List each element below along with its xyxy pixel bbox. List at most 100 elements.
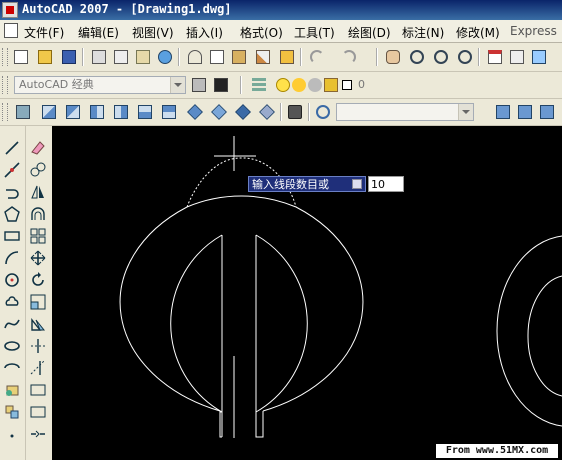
menu-tools[interactable]: 工具(T) [294,24,335,41]
my-workspace-button[interactable] [212,76,230,94]
chevron-down-icon[interactable] [458,104,473,120]
array-tool[interactable] [28,226,48,246]
pan-realtime-button[interactable] [384,48,402,66]
ellipse-tool[interactable] [2,336,22,356]
layer-color-swatch[interactable] [338,76,356,94]
tile-windows-icon [518,105,532,119]
outer-outline [186,195,297,208]
rectangle-tool[interactable] [2,226,22,246]
copy-object-tool[interactable] [28,160,48,180]
trim-tool[interactable] [28,336,48,356]
view-right-button[interactable] [112,103,130,121]
ellipse-arc-tool[interactable] [2,358,22,378]
offset-tool[interactable] [28,204,48,224]
prompt-options-arrow-icon[interactable] [352,179,362,189]
menu-edit[interactable]: 编辑(E) [78,24,119,41]
menu-file[interactable]: 文件(F) [24,24,64,41]
named-views-button[interactable] [314,103,332,121]
segment-count-input[interactable]: 10 [368,176,404,192]
menu-dimension[interactable]: 标注(N) [402,24,444,41]
zoom-window-button[interactable] [432,48,450,66]
construction-line-tool[interactable] [2,160,22,180]
print-button[interactable] [90,48,108,66]
break-tool[interactable] [28,380,48,400]
menu-view[interactable]: 视图(V) [132,24,174,41]
cut-button[interactable] [186,48,204,66]
menu-modify[interactable]: 修改(M) [456,24,500,41]
redo-button[interactable] [340,48,358,66]
layer-properties-button[interactable] [250,76,268,94]
polyline-tool[interactable] [2,182,22,202]
arrange-button-2[interactable] [516,103,534,121]
make-block-icon [5,405,19,419]
menu-draw[interactable]: 绘图(D) [348,24,391,41]
viewports-button[interactable] [14,103,32,121]
properties-button[interactable] [486,48,504,66]
document-icon[interactable] [4,23,18,38]
inner-right-d [255,234,308,413]
move-tool[interactable] [28,248,48,268]
open-button[interactable] [36,48,54,66]
inner-left-d [170,234,223,413]
undo-button[interactable] [308,48,326,66]
view-nw-iso-button[interactable] [258,103,276,121]
line-tool[interactable] [2,138,22,158]
second-object-outer [496,235,562,427]
autocad-app-icon[interactable] [2,2,18,18]
arc-tool[interactable] [2,248,22,268]
plot-preview-button[interactable] [112,48,130,66]
sun-icon [292,78,306,92]
view-se-iso-button[interactable] [210,103,228,121]
copy-button[interactable] [208,48,226,66]
spline-tool[interactable] [2,314,22,334]
3d-dwf-button[interactable] [156,48,174,66]
menu-insert[interactable]: 插入(I) [186,24,223,41]
view-ne-iso-button[interactable] [234,103,252,121]
point-tool[interactable] [2,424,22,444]
save-button[interactable] [60,48,78,66]
view-left-button[interactable] [88,103,106,121]
workspace-settings-button[interactable] [190,76,208,94]
toolbar-grip[interactable] [2,103,8,121]
insert-block-tool[interactable] [2,380,22,400]
tool-palettes-button[interactable] [530,48,548,66]
view-front-button[interactable] [136,103,154,121]
arrange-button-3[interactable] [538,103,556,121]
publish-icon [136,50,150,64]
camera-button[interactable] [286,103,304,121]
view-back-button[interactable] [160,103,178,121]
design-center-button[interactable] [508,48,526,66]
arrange-button-1[interactable] [494,103,512,121]
revision-cloud-tool[interactable] [2,292,22,312]
polygon-tool[interactable] [2,204,22,224]
paste-button[interactable] [230,48,248,66]
block-editor-button[interactable] [278,48,296,66]
view-bottom-button[interactable] [64,103,82,121]
make-block-tool[interactable] [2,402,22,422]
extend-tool[interactable] [28,358,48,378]
toolbar-grip[interactable] [2,76,8,94]
named-view-dropdown[interactable] [336,103,474,121]
erase-tool[interactable] [28,138,48,158]
view-sw-iso-button[interactable] [186,103,204,121]
zoom-previous-button[interactable] [456,48,474,66]
menu-format[interactable]: 格式(O) [240,24,283,41]
color-swatch-icon [342,80,352,90]
new-button[interactable] [12,48,30,66]
menu-express[interactable]: Express [510,24,557,38]
chamfer-tool[interactable] [28,402,48,422]
publish-button[interactable] [134,48,152,66]
workspace-dropdown[interactable]: AutoCAD 经典 [14,76,186,94]
mirror-tool[interactable] [28,182,48,202]
join-tool[interactable] [28,424,48,444]
chevron-down-icon[interactable] [170,77,185,93]
match-properties-button[interactable] [254,48,272,66]
circle-tool[interactable] [2,270,22,290]
standard-toolbar [0,43,562,72]
rotate-tool[interactable] [28,270,48,290]
toolbar-grip[interactable] [2,48,8,66]
scale-tool[interactable] [28,292,48,312]
view-top-button[interactable] [40,103,58,121]
stretch-tool[interactable] [28,314,48,334]
zoom-realtime-button[interactable] [408,48,426,66]
